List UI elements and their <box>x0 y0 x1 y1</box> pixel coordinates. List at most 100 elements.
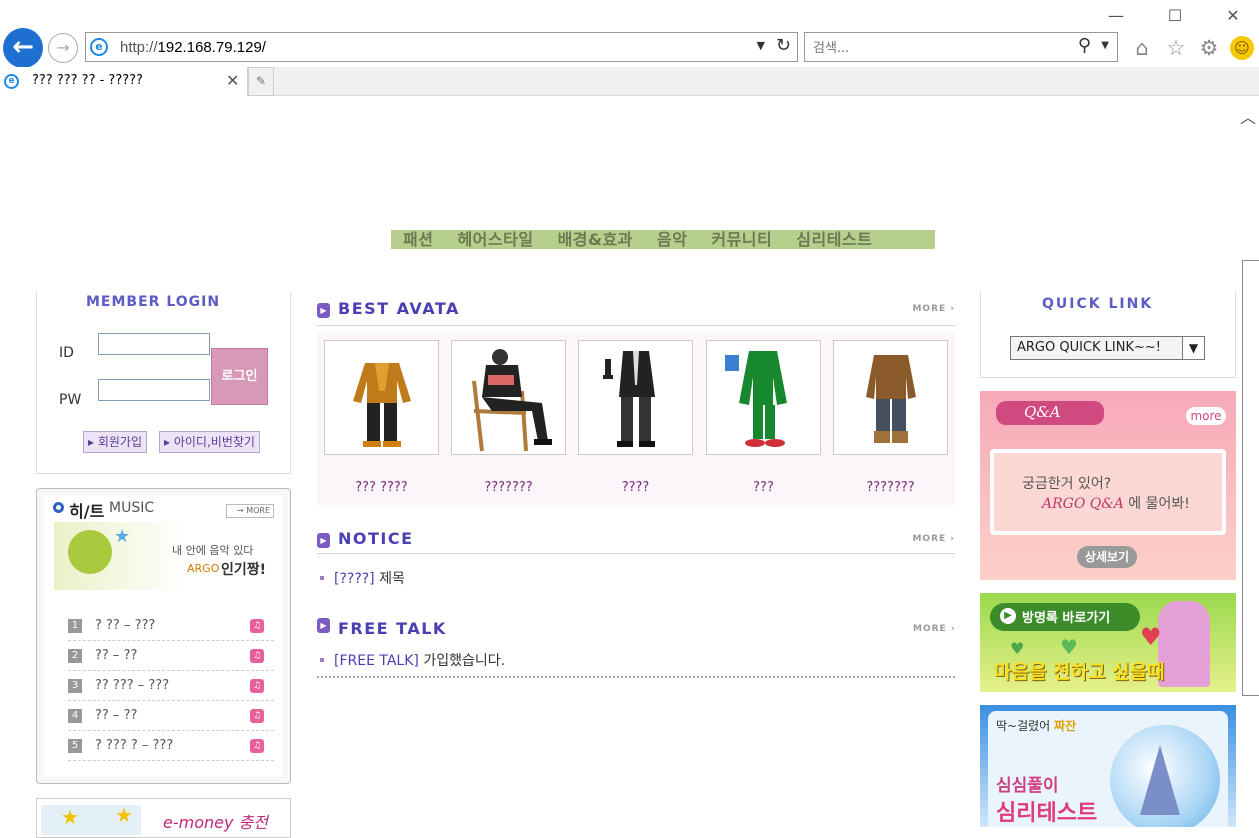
music-row[interactable]: 5 ? ??? ? – ??? ♫ <box>68 731 274 761</box>
psych-test-banner[interactable]: 딱~걸렸어 짜잔 심심풀이 심리테스트 <box>980 705 1236 827</box>
search-icon[interactable]: ⚲ <box>1078 35 1091 56</box>
notice-more-link[interactable]: MORE › <box>912 534 955 544</box>
psych-line1-text: 딱~걸렸어 <box>996 719 1051 733</box>
close-window-icon[interactable]: ✕ <box>1218 4 1248 28</box>
avatar-thumbnail[interactable] <box>578 340 693 455</box>
free-talk-divider <box>317 676 955 678</box>
gear-icon[interactable]: ⚙ <box>1195 34 1223 62</box>
ie-page-icon: e <box>90 38 108 56</box>
music-row[interactable]: 1 ? ?? – ??? ♫ <box>68 611 274 641</box>
menu-item-fashion[interactable]: 패션 <box>391 230 445 249</box>
notice-item[interactable]: [????] 제목 <box>320 568 405 588</box>
guestbook-banner[interactable]: ▶ 방명록 바로가기 ♥ ♥ ♥ 마음을 전하고 싶을때 <box>980 593 1236 692</box>
menu-item-psych-test[interactable]: 심리테스트 <box>784 230 884 249</box>
address-url: http://192.168.79.129/ <box>120 39 266 56</box>
headphones-icon[interactable]: ♫ <box>250 679 264 693</box>
scroll-up-icon[interactable]: ︿ <box>1240 104 1256 128</box>
menu-item-community[interactable]: 커뮤니티 <box>699 230 784 249</box>
emoney-banner[interactable]: ★ ★ e-money 충전 <box>36 798 291 838</box>
music-more-button[interactable]: → MORE <box>226 504 274 518</box>
smiley-feedback-icon[interactable]: ☺ <box>1230 36 1254 60</box>
music-title-dot-icon <box>53 502 64 513</box>
list-bullet <box>320 575 324 580</box>
qna-line2: ARGO Q&A 에 물어봐! <box>1042 493 1190 513</box>
qna-line1: 궁금한거 있어? <box>1022 476 1112 492</box>
qna-message-box: 궁금한거 있어? ARGO Q&A 에 물어봐! <box>990 449 1226 535</box>
search-dropdown-icon[interactable]: ▼ <box>1101 40 1109 51</box>
favorites-star-icon[interactable]: ☆ <box>1162 34 1190 62</box>
music-title: ?? – ?? <box>95 708 138 723</box>
quick-link-selected: ARGO QUICK LINK~~! <box>1017 340 1162 355</box>
qna-more-button[interactable]: more <box>1186 407 1226 425</box>
notice-item-tag: [????] <box>334 571 375 587</box>
music-banner-line1: 내 안에 음악 있다 <box>172 544 254 557</box>
music-rank: 4 <box>68 709 82 723</box>
girl-illustration <box>1158 601 1210 687</box>
best-avata-more-link[interactable]: MORE › <box>912 304 955 314</box>
ie-tab-icon: e <box>4 74 19 89</box>
minimize-icon[interactable]: — <box>1101 4 1131 28</box>
avatar-label[interactable]: ??? ???? <box>324 480 439 495</box>
seated-outfit-icon <box>472 349 552 452</box>
music-row[interactable]: 2 ?? – ?? ♫ <box>68 641 274 671</box>
new-tab-button[interactable]: ✎ <box>248 67 274 96</box>
avatar-label[interactable]: ???? <box>578 480 693 495</box>
music-title: ?? ??? – ??? <box>95 678 170 693</box>
address-bar[interactable]: e http://192.168.79.129/ ▼ ↻ <box>85 32 798 62</box>
music-row[interactable]: 4 ?? – ?? ♫ <box>68 701 274 731</box>
music-row[interactable]: 3 ?? ??? – ??? ♫ <box>68 671 274 701</box>
chevron-down-icon[interactable]: ▼ <box>1182 337 1204 359</box>
login-button[interactable]: 로그인 <box>211 348 268 405</box>
headphones-icon[interactable]: ♫ <box>250 739 264 753</box>
join-button[interactable]: ▸ 회원가입 <box>83 431 148 453</box>
music-rank: 2 <box>68 649 82 663</box>
menu-item-background-effect[interactable]: 배경&효과 <box>546 230 645 249</box>
password-input[interactable] <box>98 379 210 401</box>
forward-button[interactable]: → <box>48 33 78 63</box>
free-talk-item-tag: [FREE TALK] <box>334 653 419 669</box>
id-input[interactable] <box>98 333 210 355</box>
avatar-thumbnail[interactable] <box>833 340 948 455</box>
scrollbar-thumb[interactable] <box>1242 260 1259 696</box>
avatar-label[interactable]: ??????? <box>451 480 566 495</box>
avatar-thumbnail[interactable] <box>451 340 566 455</box>
free-talk-more-link[interactable]: MORE › <box>913 624 956 634</box>
search-input[interactable] <box>813 38 1053 58</box>
music-title-ko: 히/트 <box>69 502 105 521</box>
qna-banner[interactable]: Q&A more 궁금한거 있어? ARGO Q&A 에 물어봐! 상세보기 <box>980 391 1236 580</box>
menu-item-music[interactable]: 음악 <box>645 230 699 249</box>
music-title: ? ?? – ??? <box>95 618 156 633</box>
headphones-icon[interactable]: ♫ <box>250 709 264 723</box>
close-tab-icon[interactable]: ✕ <box>226 71 239 90</box>
address-dropdown-icon[interactable]: ▼ <box>757 39 765 52</box>
quick-link-title: QUICK LINK <box>1042 296 1154 312</box>
home-icon[interactable]: ⌂ <box>1128 34 1156 62</box>
headphones-icon[interactable]: ♫ <box>250 649 264 663</box>
avatar-thumbnail[interactable] <box>706 340 821 455</box>
headphones-icon[interactable]: ♫ <box>250 619 264 633</box>
notice-item-text: 제목 <box>379 571 405 587</box>
qna-line2-rest: 에 물어봐! <box>1128 496 1190 512</box>
search-box[interactable]: ⚲ ▼ <box>804 32 1118 62</box>
music-title: ? ??? ? – ??? <box>95 738 174 753</box>
quick-link-select[interactable]: ARGO QUICK LINK~~! ▼ <box>1010 336 1205 360</box>
star-icon: ★ <box>114 526 131 547</box>
emoney-text: e-money 충전 <box>163 813 268 832</box>
avatar-thumbnail[interactable] <box>324 340 439 455</box>
find-account-button[interactable]: ▸ 아이디,비번찾기 <box>159 431 260 453</box>
menu-item-hairstyle[interactable]: 헤어스타일 <box>445 230 545 249</box>
qna-detail-button[interactable]: 상세보기 <box>1077 546 1137 568</box>
avatar-label[interactable]: ??????? <box>833 480 948 495</box>
refresh-icon[interactable]: ↻ <box>776 35 791 56</box>
leather-jacket-outfit-icon <box>866 355 916 443</box>
music-title-en: MUSIC <box>109 500 155 516</box>
back-button[interactable]: ← <box>3 28 43 68</box>
browser-tab[interactable]: e ??? ??? ?? - ????? ✕ <box>0 67 248 96</box>
avatar-label[interactable]: ??? <box>706 480 821 495</box>
main-menu: 패션 헤어스타일 배경&효과 음악 커뮤니티 심리테스트 <box>391 230 935 249</box>
free-talk-item[interactable]: [FREE TALK] 가입했습니다. <box>320 650 505 670</box>
section-bullet-icon: ▶ <box>317 303 330 318</box>
qna-brand: ARGO Q&A <box>1042 496 1124 512</box>
section-bullet-icon: ▶ <box>317 533 330 548</box>
maximize-icon[interactable]: ☐ <box>1160 4 1190 28</box>
